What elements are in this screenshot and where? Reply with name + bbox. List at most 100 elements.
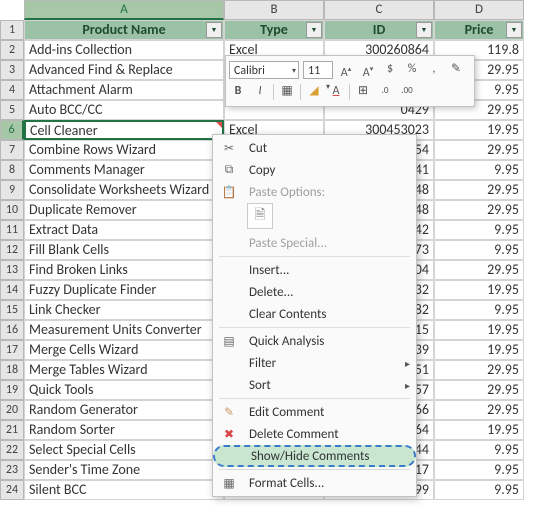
cell[interactable]: Random Sorter <box>24 420 224 440</box>
cell[interactable]: 9.95 <box>434 220 524 240</box>
cell[interactable]: Extract Data <box>24 220 224 240</box>
menu-format-cells[interactable]: ▦ Format Cells... <box>213 472 416 494</box>
menu-quick-analysis[interactable]: ▤ Quick Analysis <box>213 330 416 352</box>
font-combo[interactable]: Calibri <box>229 61 299 79</box>
borders-icon[interactable]: ▦ <box>278 83 296 101</box>
cell[interactable]: Select Special Cells <box>24 440 224 460</box>
menu-filter[interactable]: Filter ▸ <box>213 352 416 374</box>
cell[interactable]: Duplicate Remover <box>24 200 224 220</box>
cell[interactable]: Find Broken Links <box>24 260 224 280</box>
menu-paste-special[interactable]: Paste Special... <box>213 232 416 254</box>
cell[interactable]: Merge Tables Wizard <box>24 360 224 380</box>
row-header[interactable]: 11 <box>0 220 24 240</box>
menu-delete[interactable]: Delete... <box>213 281 416 303</box>
decrease-decimal-icon[interactable]: .0 <box>376 83 394 101</box>
size-combo[interactable]: 11 <box>303 61 333 79</box>
row-header[interactable]: 18 <box>0 360 24 380</box>
percent-icon[interactable]: % <box>403 61 421 79</box>
menu-insert[interactable]: Insert... <box>213 259 416 281</box>
menu-sort[interactable]: Sort ▸ <box>213 374 416 396</box>
cell[interactable]: Silent BCC <box>24 480 224 500</box>
cell[interactable]: Cell Cleaner <box>24 120 224 140</box>
currency-icon[interactable]: $ <box>381 61 399 79</box>
row-header[interactable]: 2 <box>0 40 24 60</box>
format-painter-icon[interactable]: ✎ <box>447 61 465 79</box>
comma-icon[interactable]: , <box>425 61 443 79</box>
header-price[interactable]: Price▼ <box>434 20 524 40</box>
cell[interactable]: Add-ins Collection <box>24 40 224 60</box>
bold-button[interactable]: B <box>229 83 247 101</box>
cell[interactable]: Sender's Time Zone <box>24 460 224 480</box>
cell[interactable]: 29.95 <box>434 140 524 160</box>
row-header[interactable]: 5 <box>0 100 24 120</box>
cell[interactable]: 29.95 <box>434 200 524 220</box>
fill-color-icon[interactable]: ◢ <box>305 83 323 101</box>
row-header[interactable]: 21 <box>0 420 24 440</box>
cell[interactable]: Advanced Find & Replace <box>24 60 224 80</box>
filter-icon[interactable]: ▼ <box>416 22 432 38</box>
row-header[interactable]: 20 <box>0 400 24 420</box>
filter-icon[interactable]: ▼ <box>506 22 522 38</box>
cell[interactable]: 19.95 <box>434 320 524 340</box>
cell[interactable]: Fuzzy Duplicate Finder <box>24 280 224 300</box>
row-header[interactable]: 22 <box>0 440 24 460</box>
cell[interactable]: Merge Cells Wizard <box>24 340 224 360</box>
row-header[interactable]: 6 <box>0 120 24 140</box>
cell[interactable]: 19.95 <box>434 340 524 360</box>
cell[interactable]: 9.95 <box>434 440 524 460</box>
cell[interactable]: 29.95 <box>434 380 524 400</box>
row-header[interactable]: 16 <box>0 320 24 340</box>
menu-copy[interactable]: ⧉ Copy <box>213 159 416 181</box>
paste-button[interactable]: 🗎 <box>247 203 273 229</box>
row-header[interactable]: 1 <box>0 20 24 40</box>
header-type[interactable]: Type▼ <box>224 20 324 40</box>
cell[interactable]: Quick Tools <box>24 380 224 400</box>
cell[interactable]: 29.95 <box>434 180 524 200</box>
cell[interactable]: Consolidate Worksheets Wizard <box>24 180 224 200</box>
row-header[interactable]: 15 <box>0 300 24 320</box>
cell[interactable]: Combine Rows Wizard <box>24 140 224 160</box>
font-color-icon[interactable]: A <box>327 83 345 101</box>
row-header[interactable]: 24 <box>0 480 24 500</box>
row-header[interactable]: 3 <box>0 60 24 80</box>
cell[interactable]: 9.95 <box>434 460 524 480</box>
cell[interactable]: Fill Blank Cells <box>24 240 224 260</box>
increase-decimal-icon[interactable]: .00 <box>398 83 416 101</box>
cell[interactable]: 9.95 <box>434 160 524 180</box>
cell[interactable]: 19.95 <box>434 120 524 140</box>
filter-icon[interactable]: ▼ <box>306 22 322 38</box>
cell[interactable]: 29.95 <box>434 360 524 380</box>
row-header[interactable]: 19 <box>0 380 24 400</box>
cell[interactable]: 29.95 <box>434 400 524 420</box>
col-header-d[interactable]: D <box>434 0 524 20</box>
increase-font-icon[interactable]: A▴ <box>337 61 355 79</box>
menu-edit-comment[interactable]: ✎ Edit Comment <box>213 401 416 423</box>
cell[interactable]: 9.95 <box>434 300 524 320</box>
col-header-a[interactable]: A <box>24 0 224 20</box>
cell[interactable]: 29.95 <box>434 260 524 280</box>
col-header-c[interactable]: C <box>324 0 434 20</box>
cell[interactable]: 19.95 <box>434 420 524 440</box>
row-header[interactable]: 14 <box>0 280 24 300</box>
italic-button[interactable]: I <box>251 83 269 101</box>
menu-show-hide-comments[interactable]: Show/Hide Comments <box>213 445 416 467</box>
filter-icon[interactable]: ▼ <box>206 22 222 38</box>
row-header[interactable]: 10 <box>0 200 24 220</box>
cell[interactable]: Measurement Units Converter <box>24 320 224 340</box>
cell[interactable]: Auto BCC/CC <box>24 100 224 120</box>
row-header[interactable]: 9 <box>0 180 24 200</box>
row-header[interactable]: 13 <box>0 260 24 280</box>
cell[interactable]: Random Generator <box>24 400 224 420</box>
row-header[interactable]: 23 <box>0 460 24 480</box>
cell[interactable]: Attachment Alarm <box>24 80 224 100</box>
decrease-font-icon[interactable]: A▾ <box>359 61 377 79</box>
col-header-b[interactable]: B <box>224 0 324 20</box>
menu-cut[interactable]: ✂ Cut <box>213 137 416 159</box>
row-header[interactable]: 17 <box>0 340 24 360</box>
cell[interactable]: 19.95 <box>434 280 524 300</box>
row-header[interactable]: 4 <box>0 80 24 100</box>
row-header[interactable]: 8 <box>0 160 24 180</box>
cell[interactable]: 9.95 <box>434 480 524 500</box>
menu-delete-comment[interactable]: ✖ Delete Comment <box>213 423 416 445</box>
row-header[interactable]: 12 <box>0 240 24 260</box>
